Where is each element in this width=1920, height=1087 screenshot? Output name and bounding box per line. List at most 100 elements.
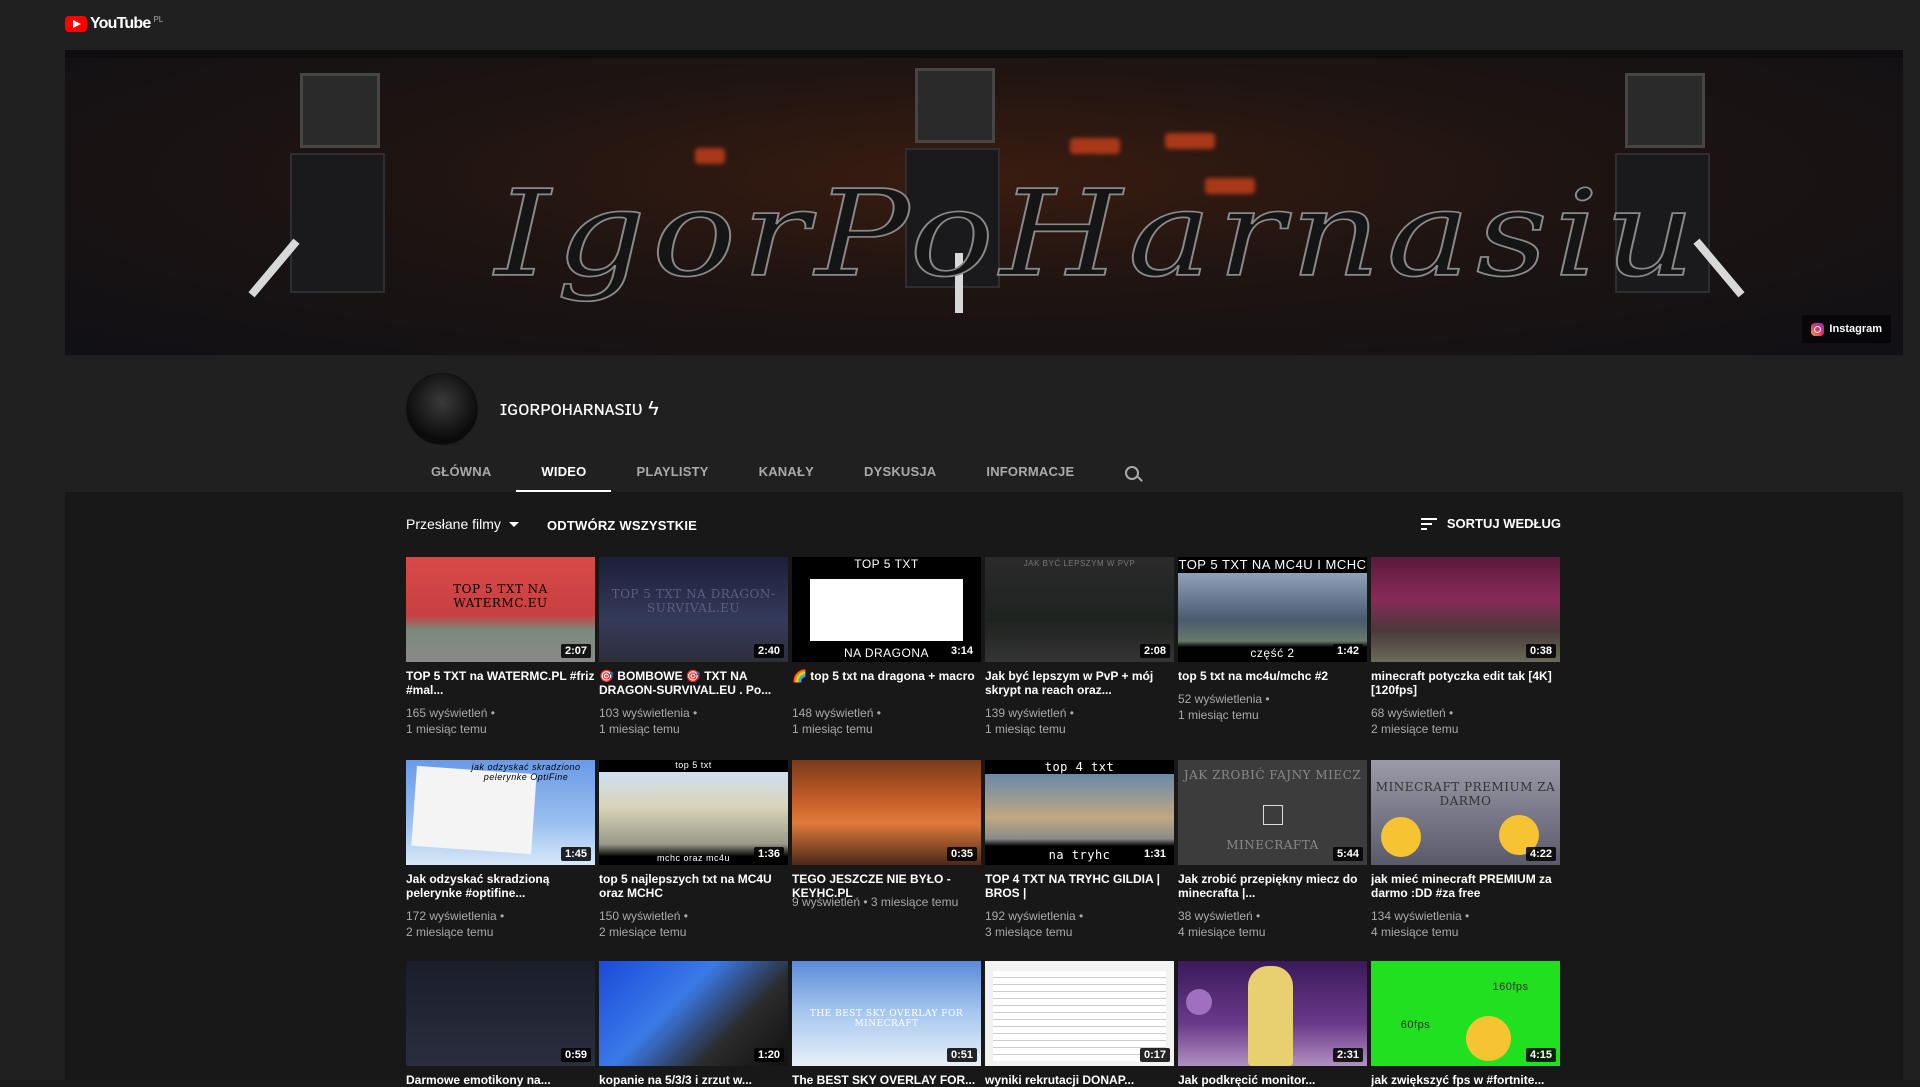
youtube-logo[interactable]: YouTube PL <box>65 15 163 33</box>
uploads-dropdown[interactable]: Przesłane filmy <box>406 516 519 532</box>
video-views-age: 9 wyświetleń • 3 miesiące temu <box>792 895 959 909</box>
video-age: 4 miesiące temu <box>1371 925 1459 939</box>
character-figure <box>1248 966 1293 1066</box>
video-thumbnail[interactable]: THE BEST SKY OVERLAY FOR MINECRAFT 0:51 <box>792 961 981 1066</box>
video-age: 3 miesiące temu <box>870 895 959 909</box>
video-title[interactable]: jak mieć minecraft PREMIUM za darmo :DD … <box>1371 872 1560 900</box>
thumbnail-screenshot <box>810 579 963 641</box>
thumbnail-text: MINECRAFT PREMIUM ZA DARMO <box>1375 780 1556 808</box>
tab-about[interactable]: INFORMACJE <box>961 455 1099 492</box>
top-bar: YouTube PL <box>0 0 1920 50</box>
channel-header: ɪɢᴏʀᴘᴏʜᴀʀɴᴀsɪᴜ ϟ GŁÓWNA WIDEO PLAYLISTY … <box>65 355 1903 492</box>
video-title[interactable]: minecraft potyczka edit tak [4K] [120fps… <box>1371 669 1560 697</box>
tab-videos[interactable]: WIDEO <box>516 455 612 492</box>
video-thumbnail[interactable]: 0:35 <box>792 760 981 865</box>
thumbnail-text: jak odzyskać skradziono pelerynke OptiFi… <box>471 762 581 782</box>
play-all-button[interactable]: ODTWÓRZ WSZYSTKIE <box>547 518 697 533</box>
video-thumbnail[interactable]: JAK BYĆ LEPSZYM W PVP 2:08 <box>985 557 1174 662</box>
video-thumbnail[interactable]: jak odzyskać skradziono pelerynke OptiFi… <box>406 760 595 865</box>
video-title[interactable]: TOP 5 TXT na WATERMC.PL #friz #mal... <box>406 669 595 697</box>
video-title[interactable]: wyniki rekrutacji DONAP... <box>985 1073 1174 1087</box>
thumbnail-text: top 5 txt <box>675 760 712 770</box>
video-duration: 2:31 <box>1332 1048 1363 1062</box>
video-age: 1 miesiąc temu <box>406 722 487 736</box>
video-duration: 1:31 <box>1139 847 1170 861</box>
video-age: 2 miesiące temu <box>1371 722 1459 736</box>
video-thumbnail[interactable]: JAK ZROBIĆ FAJNY MIECZ MINECRAFTA 5:44 <box>1178 760 1367 865</box>
sort-button[interactable]: SORTUJ WEDŁUG <box>1420 516 1561 531</box>
video-thumbnail[interactable]: 0:17 <box>985 961 1174 1066</box>
search-icon[interactable] <box>1109 455 1159 492</box>
video-thumbnail[interactable]: 1:20 <box>599 961 788 1066</box>
video-title[interactable]: Jak zrobić przepiękny miecz do minecraft… <box>1178 872 1367 900</box>
video-views: 52 wyświetlenia • <box>1178 692 1270 706</box>
video-title[interactable]: jak zwiększyć fps w #fortnite... <box>1371 1073 1560 1087</box>
banner-lantern <box>1070 138 1120 154</box>
video-views: 192 wyświetlenia • <box>985 909 1084 923</box>
video-thumbnail[interactable]: top 4 txt na tryhc 1:31 <box>985 760 1174 865</box>
video-duration: 5:44 <box>1332 847 1363 861</box>
instagram-link[interactable]: Instagram <box>1802 315 1891 343</box>
logo-country-code: PL <box>153 14 164 24</box>
video-title[interactable]: Jak podkręcić monitor... <box>1178 1073 1367 1087</box>
video-thumbnail[interactable]: TOP 5 TXT NA DRAGONA 3:14 <box>792 557 981 662</box>
sword-icon <box>1263 805 1283 825</box>
video-title[interactable]: Jak być lepszym w PvP + mój skrypt na re… <box>985 669 1174 697</box>
video-views: 172 wyświetlenia • <box>406 909 505 923</box>
channel-tabs: GŁÓWNA WIDEO PLAYLISTY KANAŁY DYSKUSJA I… <box>406 455 1159 492</box>
video-thumbnail[interactable]: TOP 5 TXT NA DRAGON-SURVIVAL.EU 2:40 <box>599 557 788 662</box>
video-age: 1 miesiąc temu <box>985 722 1066 736</box>
video-thumbnail[interactable]: TOP 5 TXT NA MC4U I MCHC część 2 1:42 <box>1178 557 1367 662</box>
video-age: 3 miesiące temu <box>985 925 1073 939</box>
tab-discussion[interactable]: DYSKUSJA <box>839 455 961 492</box>
video-duration: 1:20 <box>753 1048 784 1062</box>
video-duration: 4:22 <box>1525 847 1556 861</box>
instagram-icon <box>1811 322 1825 336</box>
video-title[interactable]: top 5 najlepszych txt na MC4U oraz MCHC <box>599 872 788 900</box>
left-margin <box>0 50 65 1080</box>
video-duration: 3:14 <box>946 644 977 658</box>
emoji-icon <box>1381 817 1421 857</box>
video-duration: 0:38 <box>1525 644 1556 658</box>
video-views: 165 wyświetleń • <box>406 706 495 720</box>
video-duration: 2:07 <box>560 644 591 658</box>
sort-icon <box>1420 517 1437 530</box>
video-thumbnail[interactable]: 60fps 160fps 4:15 <box>1371 961 1560 1066</box>
channel-avatar[interactable] <box>406 373 478 445</box>
video-title[interactable]: 🎯 BOMBOWE 🎯 TXT NA DRAGON-SURVIVAL.EU . … <box>599 669 788 697</box>
video-title[interactable]: The BEST SKY OVERLAY FOR... <box>792 1073 981 1087</box>
video-title[interactable]: 🌈 top 5 txt na dragona + macro <box>792 669 981 683</box>
video-age: 1 miesiąc temu <box>792 722 873 736</box>
video-age: 4 miesiące temu <box>1178 925 1266 939</box>
thumbnail-text: 160fps <box>1492 981 1529 993</box>
video-views: 134 wyświetlenia • <box>1371 909 1470 923</box>
video-title[interactable]: Darmowe emotikony na... <box>406 1073 595 1087</box>
video-views: 150 wyświetleń • <box>599 909 688 923</box>
video-duration: 0:35 <box>946 847 977 861</box>
video-thumbnail[interactable]: 2:31 <box>1178 961 1367 1066</box>
thumbnail-text: JAK BYĆ LEPSZYM W PVP <box>1023 559 1136 568</box>
video-views: 68 wyświetleń • <box>1371 706 1454 720</box>
video-title[interactable]: TOP 4 TXT NA TRYHC GILDIA | BROS | <box>985 872 1174 900</box>
tab-channels[interactable]: KANAŁY <box>734 455 839 492</box>
instagram-label: Instagram <box>1829 323 1882 335</box>
video-views: 139 wyświetleń • <box>985 706 1074 720</box>
tab-home[interactable]: GŁÓWNA <box>406 455 516 492</box>
video-thumbnail[interactable]: 0:38 <box>1371 557 1560 662</box>
tab-playlists[interactable]: PLAYLISTY <box>611 455 733 492</box>
video-thumbnail[interactable]: top 5 txt mchc oraz mc4u 1:36 <box>599 760 788 865</box>
channel-name: ɪɢᴏʀᴘᴏʜᴀʀɴᴀsɪᴜ ϟ <box>500 398 659 420</box>
video-thumbnail[interactable]: MINECRAFT PREMIUM ZA DARMO 4:22 <box>1371 760 1560 865</box>
video-duration: 0:17 <box>1139 1048 1170 1062</box>
video-title[interactable]: kopanie na 5/3/3 i zrzut w... <box>599 1073 788 1087</box>
video-thumbnail[interactable]: TOP 5 TXT NA WATERMC.EU 2:07 <box>406 557 595 662</box>
video-age: 2 miesiące temu <box>599 925 687 939</box>
video-title[interactable]: Jak odzyskać skradzioną pelerynke #optif… <box>406 872 595 900</box>
video-thumbnail[interactable]: 0:59 <box>406 961 595 1066</box>
video-duration: 1:36 <box>753 847 784 861</box>
banner-lantern <box>1165 133 1215 149</box>
video-title[interactable]: top 5 txt na mc4u/mchc #2 <box>1178 669 1367 683</box>
video-age: 1 miesiąc temu <box>1178 708 1259 722</box>
video-duration: 4:15 <box>1525 1048 1556 1062</box>
video-views: 148 wyświetleń • <box>792 706 881 720</box>
